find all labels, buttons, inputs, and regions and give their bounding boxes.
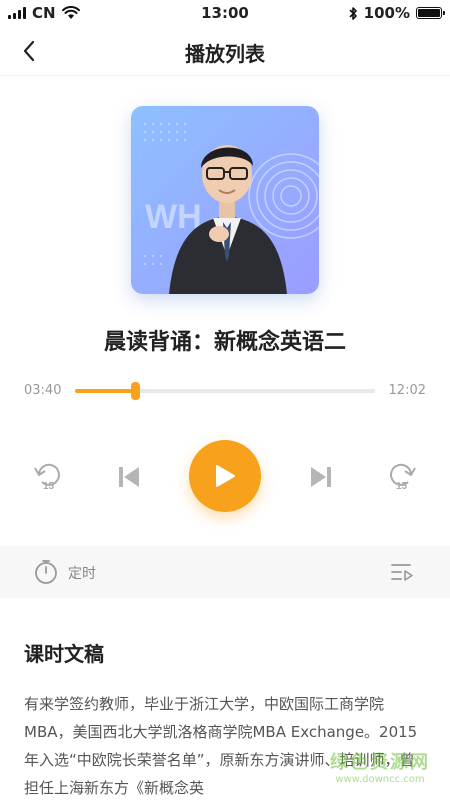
site-watermark: 绿色资源网 www.downcc.com [330,748,430,785]
timer-button[interactable] [34,559,58,589]
progress-row: 03:40 12:02 [0,376,450,406]
course-title: 晨读背诵：新概念英语二 [103,330,346,355]
svg-text:15: 15 [396,481,408,492]
course-cover-image: WH [131,106,319,294]
progress-slider[interactable] [75,382,375,400]
forward-15-button[interactable]: 15 [384,460,420,496]
battery-icon [416,7,445,19]
rewind-15-button[interactable]: 15 [30,460,66,496]
timer-bar: 定时 [0,546,450,598]
page-title: 播放列表 [185,42,265,66]
progress-fill [75,389,135,393]
stopwatch-icon [35,560,57,584]
skip-previous-icon [119,467,139,487]
playback-controls: 15 15 [0,440,450,512]
progress-thumb[interactable] [131,382,140,400]
play-button[interactable] [189,440,261,512]
playlist-icon [391,564,413,581]
watermark-url: www.downcc.com [335,774,425,785]
forward-15-icon: 15 [390,463,416,492]
watermark-text: 绿色资源网 [330,752,430,773]
next-button[interactable] [304,460,338,494]
svg-text:15: 15 [43,481,55,492]
current-time: 03:40 [24,383,62,398]
battery-label: 100% [363,4,410,22]
playlist-button[interactable] [390,561,414,587]
nav-bar: 播放列表 [0,26,450,76]
previous-button[interactable] [112,460,146,494]
timer-label[interactable]: 定时 [68,563,96,583]
transcript-title: 课时文稿 [24,642,104,666]
status-right: 100% [348,4,445,22]
total-time: 12:02 [388,383,426,398]
play-icon [216,465,235,487]
skip-next-icon [311,467,331,487]
status-bar: CN 13:00 100% [0,0,450,26]
rewind-15-icon: 15 [34,463,60,492]
bluetooth-icon [349,6,357,20]
cover-text: WH [145,198,202,236]
